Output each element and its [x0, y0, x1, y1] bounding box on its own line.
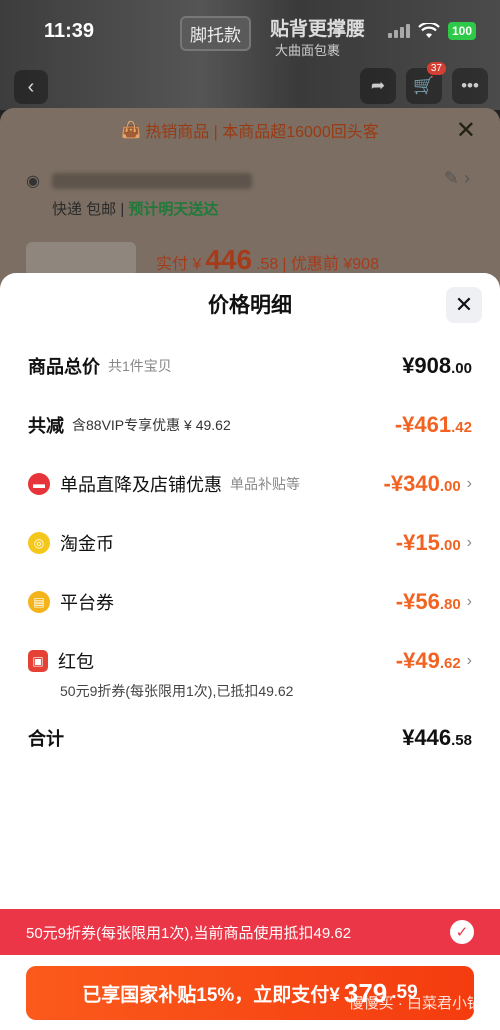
redpacket-label: 红包 [58, 652, 94, 672]
cart-badge: 37 [426, 62, 446, 75]
red-packet-icon: ▣ [28, 650, 48, 672]
address-line[interactable]: ◉ [26, 166, 496, 196]
chevron-right-icon: › [466, 534, 472, 551]
bag-icon: 👜 [121, 122, 142, 139]
total-sub: 共1件宝贝 [108, 358, 172, 374]
wifi-icon [418, 23, 440, 38]
chevron-right-icon: › [466, 593, 472, 610]
discount-icon: ▬ [28, 473, 50, 495]
check-icon[interactable]: ✓ [450, 920, 474, 944]
actual-price-line: 实付 ¥ 446 .58 | 优惠前 ¥908 [156, 244, 379, 276]
redpacket-amount: -¥49.62 [395, 648, 461, 673]
row-platform-coupon[interactable]: ▤ 平台券 -¥56.80 › [28, 589, 472, 615]
reduce-amount: -¥461.42 [394, 412, 472, 437]
location-icon: ◉ [26, 173, 40, 190]
address-blurred [51, 173, 252, 189]
close-icon: ✕ [454, 292, 474, 317]
coupon-icon: ▤ [28, 591, 50, 613]
sum-amount: ¥446.58 [402, 725, 472, 750]
more-icon[interactable]: ••• [452, 68, 488, 104]
shipping-express: 快递 包邮 [52, 201, 117, 218]
close-icon[interactable]: ✕ [456, 116, 476, 145]
battery-icon: 100 [447, 22, 476, 40]
total-amount: ¥908.00 [402, 353, 472, 378]
status-icons: 100 [387, 22, 476, 40]
close-button[interactable]: ✕ [446, 287, 482, 323]
hot-banner-text: 热销商品 | 本商品超16000回头客 [145, 124, 379, 141]
price-before-discount: | 优惠前 ¥908 [282, 256, 379, 273]
status-time: 11:39 [44, 20, 95, 42]
sum-label: 合计 [28, 729, 64, 749]
coupon-bar-text: 50元9折券(每张限用1次),当前商品使用抵扣49.62 [26, 924, 352, 942]
reduce-sub: 含88VIP专享优惠 ¥ 49.62 [72, 417, 231, 433]
watermark: 慢慢买 · 白菜君小锅 [348, 995, 482, 1012]
price-dec: .58 [256, 256, 279, 273]
price-int: 446 [205, 244, 253, 275]
edit-icon[interactable]: ✎ › [444, 168, 470, 189]
hero-title: 贴背更撑腰 [270, 19, 366, 40]
row-red-packet[interactable]: ▣ 红包 -¥49.62 › [28, 648, 472, 674]
sheet-title: 价格明细 [208, 294, 292, 317]
signal-icon [387, 24, 410, 38]
row-total-price: 商品总价 共1件宝贝 ¥908.00 [28, 353, 472, 379]
coin-label: 淘金币 [60, 534, 114, 554]
row-taojinbi[interactable]: ◎ 淘金币 -¥15.00 › [28, 530, 472, 556]
row-direct-discount[interactable]: ▬ 单品直降及店铺优惠 单品补贴等 -¥340.00 › [28, 471, 472, 497]
share-icon[interactable]: ➦ [360, 68, 396, 104]
chevron-right-icon: › [466, 652, 472, 669]
row-sum: 合计 ¥446.58 [28, 725, 472, 751]
total-label: 商品总价 [28, 357, 100, 377]
shipping-eta: 预计明天送达 [128, 201, 219, 218]
coin-amount: -¥15.00 [395, 530, 461, 555]
coupon-bar[interactable]: 50元9折券(每张限用1次),当前商品使用抵扣49.62 [0, 909, 500, 955]
pay-button-label: 已享国家补贴15%，立即支付¥ [82, 984, 340, 1006]
direct-amount: -¥340.00 [383, 471, 461, 496]
platform-label: 平台券 [60, 593, 114, 613]
row-total-reduce: 共减 含88VIP专享优惠 ¥ 49.62 -¥461.42 [28, 412, 472, 438]
reduce-label: 共减 [28, 416, 64, 436]
chevron-right-icon: › [466, 475, 472, 492]
shipping-info: 快递 包邮 | 预计明天送达 [52, 201, 219, 218]
price-prefix: 实付 ¥ [156, 256, 202, 273]
product-thumbnail [26, 242, 136, 276]
redpacket-note: 50元9折券(每张限用1次),已抵扣49.62 [60, 683, 294, 699]
platform-amount: -¥56.80 [395, 589, 461, 614]
hot-product-banner: 👜 热销商品 | 本商品超16000回头客 [0, 108, 500, 152]
coin-icon: ◎ [28, 532, 50, 554]
direct-sub: 单品补贴等 [230, 476, 300, 492]
hero-subtitle: 大曲面包裹 [275, 43, 341, 58]
cart-icon[interactable]: 🛒 37 [406, 62, 446, 104]
back-button[interactable]: ‹ [14, 70, 48, 104]
direct-label: 单品直降及店铺优惠 [60, 475, 222, 495]
product-header: 11:39 脚托款 贴背更撑腰 大曲面包裹 100 ‹ ➦ 🛒 37 ••• [0, 0, 500, 110]
top-nav-actions: ➦ 🛒 37 ••• [360, 62, 488, 104]
product-tag: 脚托款 [180, 16, 251, 51]
